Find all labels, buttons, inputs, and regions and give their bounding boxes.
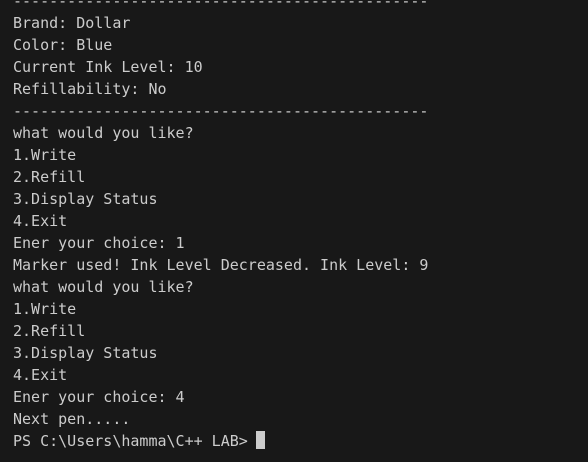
output-line-next-pen: Next pen..... [13, 410, 131, 428]
output-line-brand: Brand: Dollar [13, 14, 131, 32]
output-line-marker-used: Marker used! Ink Level Decreased. Ink Le… [13, 256, 429, 274]
menu-prompt: what would you like? [13, 124, 194, 142]
terminal-panel[interactable]: ----------------------------------------… [0, 0, 588, 462]
menu-option-exit: 4.Exit [13, 212, 68, 230]
separator-line: ----------------------------------------… [13, 102, 429, 120]
separator-line: ----------------------------------------… [13, 0, 429, 10]
menu-option-refill: 2.Refill [13, 322, 86, 340]
menu-option-exit: 4.Exit [13, 366, 68, 384]
shell-prompt-line[interactable]: PS C:\Users\hamma\C++ LAB> [13, 430, 428, 452]
output-line-ink-level: Current Ink Level: 10 [13, 58, 203, 76]
choice-input-line: Ener your choice: 1 [13, 234, 185, 252]
output-line-refillability: Refillability: No [13, 80, 167, 98]
shell-prompt: PS C:\Users\hamma\C++ LAB> [13, 432, 248, 450]
output-line-color: Color: Blue [13, 36, 113, 54]
menu-option-display-status: 3.Display Status [13, 190, 158, 208]
menu-option-write: 1.Write [13, 300, 77, 318]
menu-option-refill: 2.Refill [13, 168, 86, 186]
choice-input-line: Ener your choice: 4 [13, 388, 185, 406]
terminal-output: ----------------------------------------… [13, 0, 428, 452]
menu-option-display-status: 3.Display Status [13, 344, 158, 362]
menu-option-write: 1.Write [13, 146, 77, 164]
menu-prompt: what would you like? [13, 278, 194, 296]
text-cursor [255, 431, 265, 449]
